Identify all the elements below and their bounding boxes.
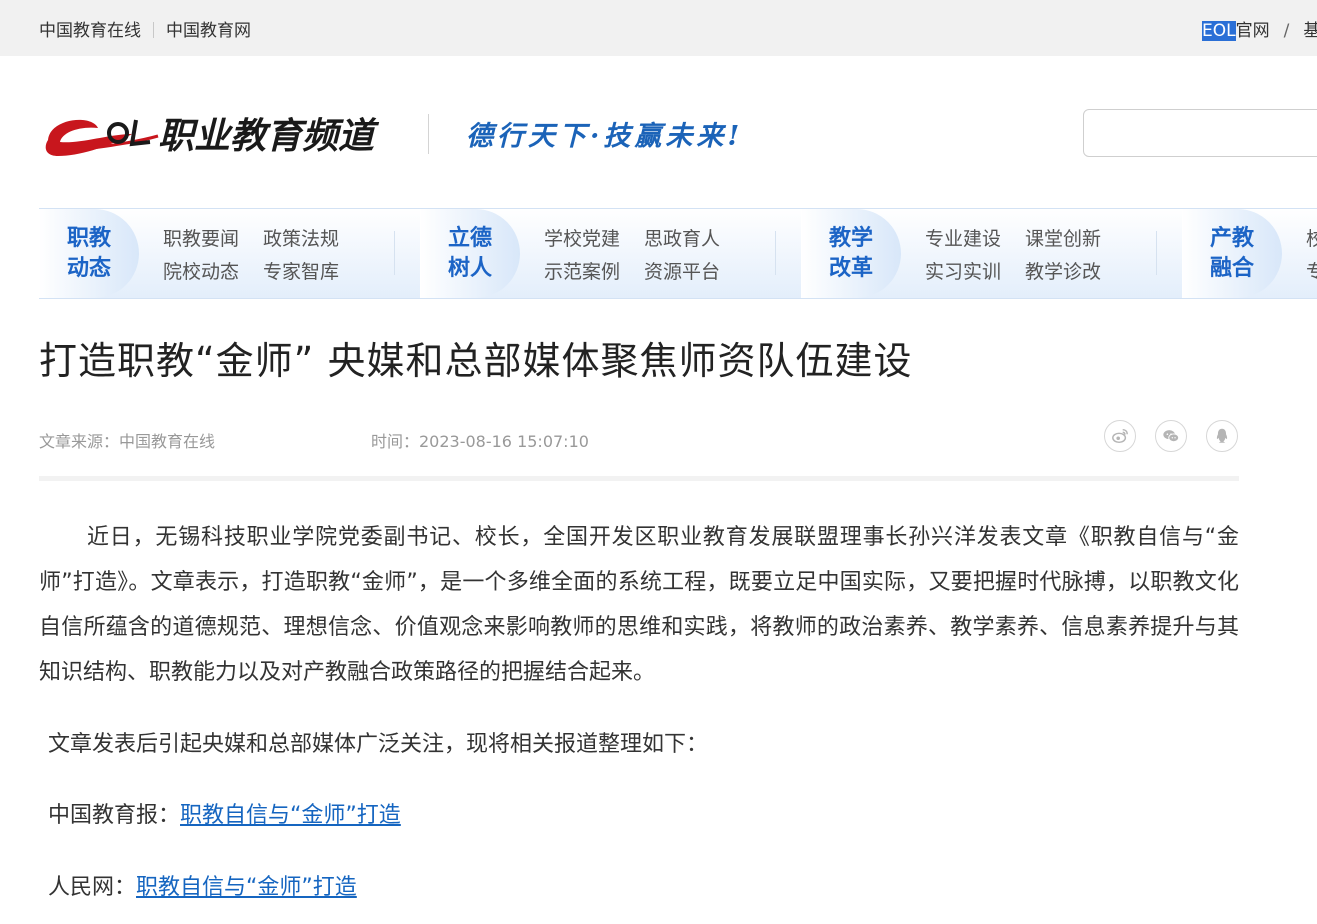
report-source: 人民网： bbox=[48, 875, 137, 900]
nav-cat-moral[interactable]: 立德 树人 bbox=[420, 209, 520, 298]
search-input[interactable] bbox=[1083, 109, 1317, 157]
article-paragraph-1: 近日，无锡科技职业学院党委副书记、校长，全国开发区职业教育发展联盟理事长孙兴洋发… bbox=[39, 525, 1239, 685]
logo-text: 职业教育频道 bbox=[158, 116, 380, 157]
header-divider bbox=[428, 114, 429, 154]
nav-link-cases[interactable]: 示范案例 bbox=[544, 256, 644, 289]
report-link-cedu-daily[interactable]: 职教自信与“金师”打造 bbox=[180, 803, 401, 828]
top-link-edu-net[interactable]: 中国教育网 bbox=[166, 21, 251, 41]
nav-divider bbox=[775, 231, 776, 275]
nav-link-school-news[interactable]: 院校动态 bbox=[163, 256, 263, 289]
nav-cat-line1: 立德 bbox=[447, 225, 492, 251]
top-link-eol-highlight[interactable]: EOL bbox=[1202, 21, 1236, 41]
nav-link-cut2[interactable]: 专 bbox=[1306, 256, 1317, 289]
share-qq-button[interactable] bbox=[1206, 420, 1238, 452]
report-line-2: 人民网：职教自信与“金师”打造 bbox=[48, 873, 357, 903]
top-right-links: EOL官网 / 基 bbox=[1202, 16, 1317, 41]
nav-link-cut1[interactable]: 校 bbox=[1306, 223, 1317, 256]
nav-link-ideology[interactable]: 思政育人 bbox=[644, 223, 744, 256]
top-link-cut[interactable]: 基 bbox=[1303, 21, 1317, 41]
article-body: 近日，无锡科技职业学院党委副书记、校长，全国开发区职业教育发展联盟理事长孙兴洋发… bbox=[39, 515, 1239, 695]
title-rule bbox=[39, 476, 1239, 481]
nav-cat-line1: 产教 bbox=[1209, 225, 1254, 251]
top-slash: / bbox=[1283, 21, 1290, 41]
top-link-official[interactable]: 官网 bbox=[1236, 21, 1270, 41]
top-link-eol-online[interactable]: 中国教育在线 bbox=[39, 21, 141, 41]
nav-cat-line2: 树人 bbox=[447, 255, 492, 281]
share-weibo-button[interactable] bbox=[1104, 420, 1136, 452]
nav-links-teaching: 专业建设 课堂创新实习实训 教学诊改 bbox=[925, 223, 1125, 289]
report-line-1: 中国教育报：职教自信与“金师”打造 bbox=[48, 801, 401, 831]
nav-link-classroom[interactable]: 课堂创新 bbox=[1025, 223, 1125, 256]
nav-links-moral: 学校党建 思政育人示范案例 资源平台 bbox=[544, 223, 744, 289]
article-source: 文章来源：中国教育在线 bbox=[39, 432, 216, 451]
nav-divider bbox=[1156, 231, 1157, 275]
weibo-icon bbox=[1112, 428, 1128, 444]
top-bar: 中国教育在线 中国教育网 EOL官网 / 基 bbox=[0, 0, 1317, 56]
eol-logo[interactable]: 职业教育频道 bbox=[40, 104, 400, 166]
report-link-people[interactable]: 职教自信与“金师”打造 bbox=[136, 875, 357, 900]
nav-link-policy[interactable]: 政策法规 bbox=[263, 223, 363, 256]
nav-cat-line2: 融合 bbox=[1209, 255, 1254, 281]
nav-link-party[interactable]: 学校党建 bbox=[544, 223, 644, 256]
nav-cat-line1: 职教 bbox=[66, 225, 111, 251]
top-links: 中国教育在线 中国教育网 bbox=[39, 16, 251, 41]
channel-nav: 职教 动态 职教要闻 政策法规院校动态 专家智库 立德 树人 学校党建 思政育人示范案… bbox=[39, 208, 1317, 299]
nav-link-experts[interactable]: 专家智库 bbox=[263, 256, 363, 289]
nav-cat-line2: 动态 bbox=[66, 255, 111, 281]
nav-cat-line1: 教学 bbox=[828, 225, 873, 251]
nav-cat-dynamics[interactable]: 职教 动态 bbox=[39, 209, 139, 298]
nav-cat-line2: 改革 bbox=[828, 255, 873, 281]
wechat-icon bbox=[1163, 430, 1180, 443]
nav-link-resources[interactable]: 资源平台 bbox=[644, 256, 744, 289]
nav-cat-industry[interactable]: 产教 融合 bbox=[1182, 209, 1282, 298]
nav-links-industry: 校专 bbox=[1306, 223, 1317, 289]
article-time: 时间：2023-08-16 15:07:10 bbox=[371, 432, 589, 451]
nav-link-diagnosis[interactable]: 教学诊改 bbox=[1025, 256, 1125, 289]
article-paragraph-2: 文章发表后引起央媒和总部媒体广泛关注，现将相关报道整理如下： bbox=[48, 732, 709, 757]
eol-logo-icon: 职业教育频道 bbox=[45, 116, 380, 157]
nav-divider bbox=[394, 231, 395, 275]
nav-cat-teaching[interactable]: 教学 改革 bbox=[801, 209, 901, 298]
nav-link-training[interactable]: 实习实训 bbox=[925, 256, 1025, 289]
nav-link-news[interactable]: 职教要闻 bbox=[163, 223, 263, 256]
nav-links-dynamics: 职教要闻 政策法规院校动态 专家智库 bbox=[163, 223, 363, 289]
article-title: 打造职教“金师” 央媒和总部媒体聚焦师资队伍建设 bbox=[39, 339, 913, 383]
top-link-divider bbox=[153, 22, 154, 38]
slogan: 德行天下·技赢未来! bbox=[466, 121, 744, 152]
nav-link-majors[interactable]: 专业建设 bbox=[925, 223, 1025, 256]
share-wechat-button[interactable] bbox=[1155, 420, 1187, 452]
report-source: 中国教育报： bbox=[48, 803, 181, 828]
qq-icon bbox=[1216, 428, 1228, 443]
